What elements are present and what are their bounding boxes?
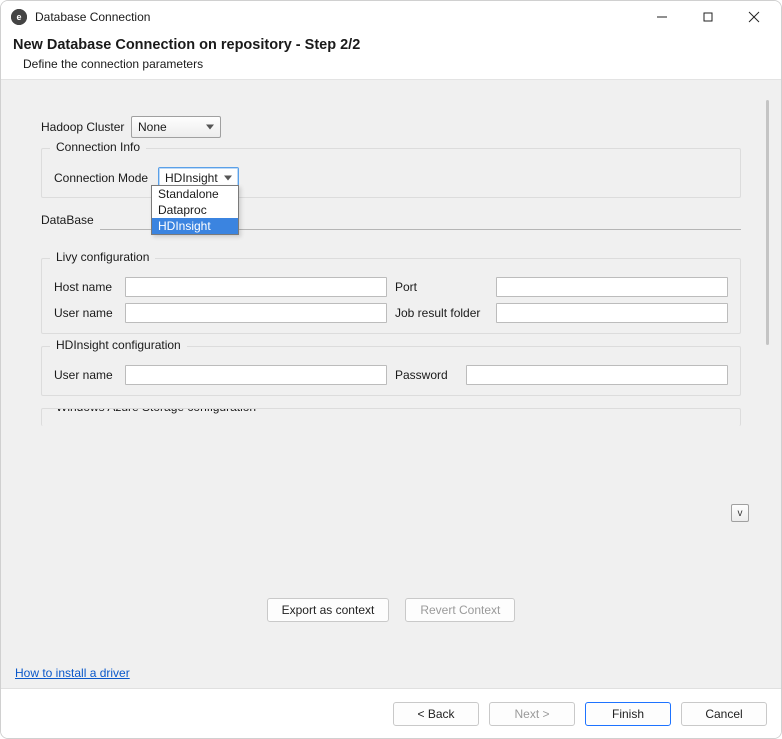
window-title: Database Connection (35, 10, 150, 24)
connection-mode-dropdown[interactable]: Standalone Dataproc HDInsight (151, 185, 239, 235)
livy-jobfolder-input[interactable] (496, 303, 728, 323)
connection-mode-label: Connection Mode (54, 171, 152, 185)
livy-user-label: User name (54, 306, 119, 320)
wizard-header: New Database Connection on repository - … (1, 33, 781, 80)
back-button[interactable]: < Back (393, 702, 479, 726)
chevron-down-icon (224, 176, 232, 181)
titlebar: e Database Connection (1, 1, 781, 33)
hdinsight-password-input[interactable] (466, 365, 728, 385)
maximize-button[interactable] (685, 1, 731, 33)
livy-legend: Livy configuration (50, 250, 155, 264)
footer: < Back Next > Finish Cancel (1, 688, 781, 738)
livy-user-input[interactable] (125, 303, 387, 323)
next-button[interactable]: Next > (489, 702, 575, 726)
connection-mode-value: HDInsight (165, 171, 218, 185)
azure-group: Windows Azure Storage configuration (41, 408, 741, 426)
azure-legend: Windows Azure Storage configuration (50, 408, 262, 414)
livy-host-input[interactable] (125, 277, 387, 297)
page-subtitle: Define the connection parameters (13, 57, 769, 71)
hadoop-cluster-value: None (138, 120, 167, 134)
close-button[interactable] (731, 1, 777, 33)
hdinsight-group: HDInsight configuration User name Passwo… (41, 346, 741, 396)
connection-mode-option-standalone[interactable]: Standalone (152, 186, 238, 202)
livy-jobfolder-label: Job result folder (395, 306, 490, 320)
dialog-window: e Database Connection New Database Conne… (0, 0, 782, 739)
livy-group: Livy configuration Host name Port (41, 258, 741, 334)
hadoop-cluster-combo[interactable]: None (131, 116, 221, 138)
revert-context-button[interactable]: Revert Context (405, 598, 515, 622)
expand-button[interactable]: v (731, 504, 749, 522)
form-scroll-pane: Hadoop Cluster None Connection Info Conn… (19, 98, 763, 528)
hadoop-cluster-label: Hadoop Cluster (41, 120, 125, 134)
connection-mode-option-hdinsight[interactable]: HDInsight (152, 218, 238, 234)
hdinsight-password-label: Password (395, 368, 460, 382)
install-driver-link[interactable]: How to install a driver (15, 666, 130, 680)
context-row: Export as context Revert Context (11, 598, 771, 622)
livy-port-input[interactable] (496, 277, 728, 297)
connection-mode-option-dataproc[interactable]: Dataproc (152, 202, 238, 218)
hdinsight-user-input[interactable] (125, 365, 387, 385)
database-label: DataBase (41, 213, 94, 227)
finish-button[interactable]: Finish (585, 702, 671, 726)
hdinsight-user-label: User name (54, 368, 119, 382)
chevron-down-icon (206, 125, 214, 130)
scrollbar[interactable] (766, 100, 769, 345)
livy-host-label: Host name (54, 280, 119, 294)
hadoop-cluster-row: Hadoop Cluster None (41, 116, 741, 138)
connection-info-group: Connection Info Connection Mode HDInsigh… (41, 148, 741, 198)
page-title: New Database Connection on repository - … (13, 37, 769, 53)
hdinsight-legend: HDInsight configuration (50, 338, 187, 352)
app-icon: e (11, 9, 27, 25)
body-area: Hadoop Cluster None Connection Info Conn… (1, 80, 781, 688)
connection-info-legend: Connection Info (50, 140, 146, 154)
livy-port-label: Port (395, 280, 490, 294)
export-as-context-button[interactable]: Export as context (267, 598, 390, 622)
svg-text:e: e (16, 12, 21, 22)
database-row: DataBase (41, 210, 741, 230)
cancel-button[interactable]: Cancel (681, 702, 767, 726)
minimize-button[interactable] (639, 1, 685, 33)
